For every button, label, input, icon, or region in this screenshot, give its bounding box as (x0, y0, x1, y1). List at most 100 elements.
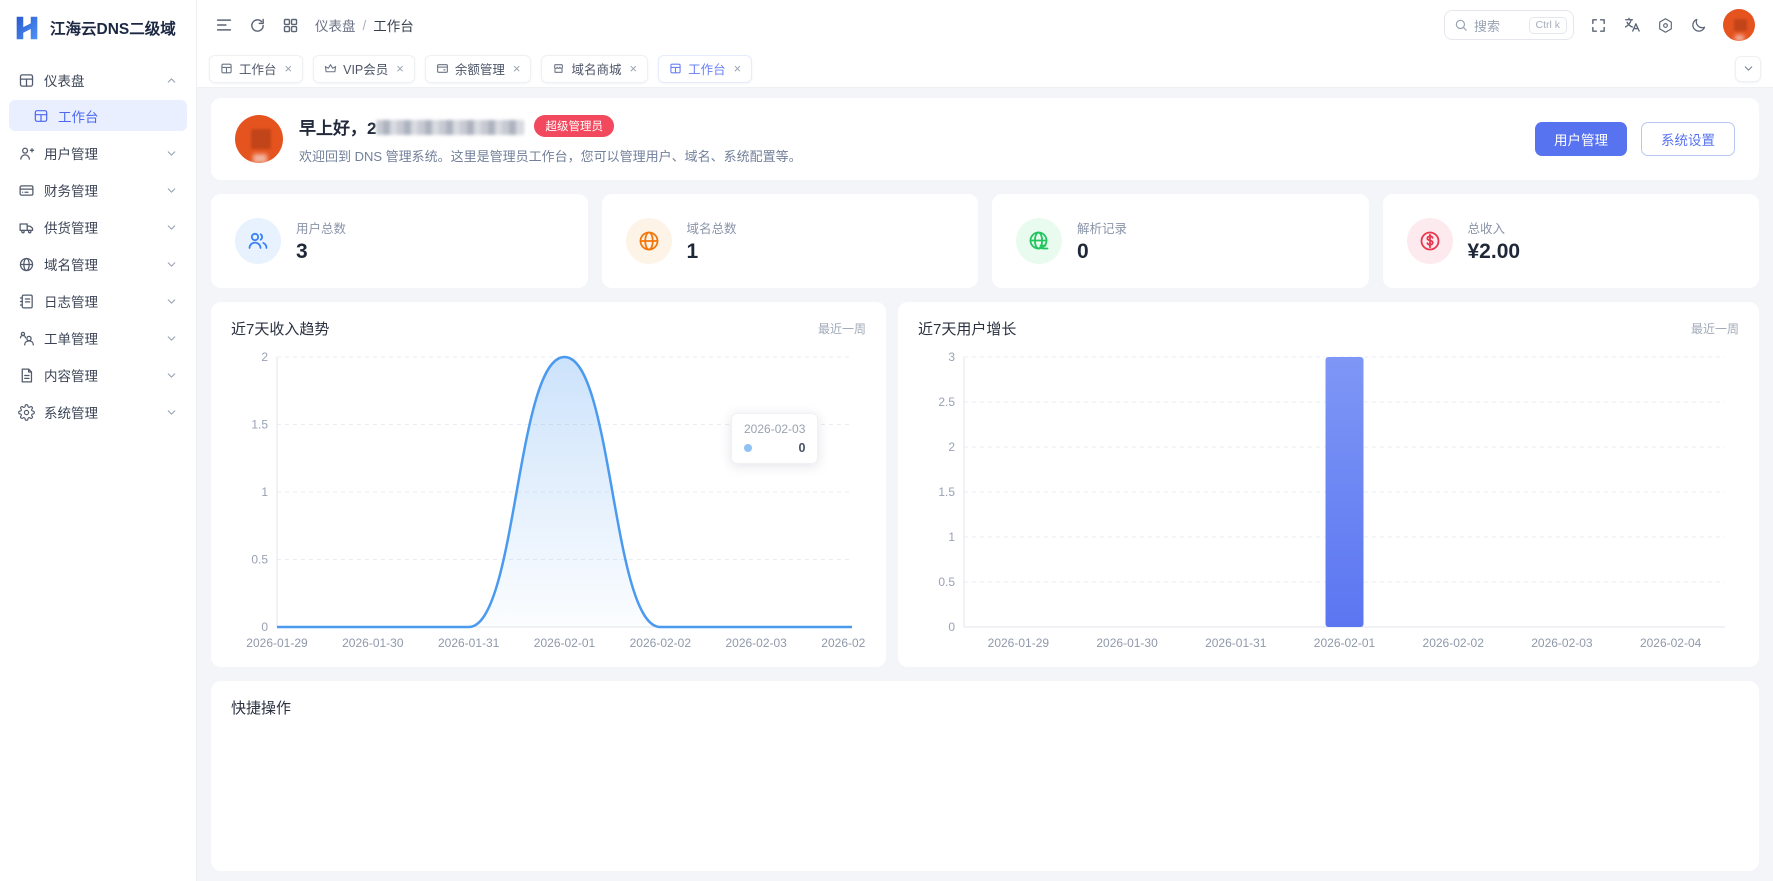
sidebar-item-content[interactable]: 内容管理 (9, 358, 187, 392)
chart-range-label: 最近一周 (817, 322, 866, 336)
close-icon[interactable]: × (629, 61, 637, 76)
svg-text:1: 1 (261, 485, 268, 499)
chevron-down-icon (1744, 66, 1752, 71)
main-content: 早上好，2 超级管理员 欢迎回到 DNS 管理系统。这里是管理员工作台，您可以管… (197, 88, 1773, 881)
revenue-chart-canvas[interactable]: 0 0.5 1 1.5 2 2026-01-29 2026-01-30 2026-01-31 2… (231, 345, 866, 655)
moon-icon[interactable] (1690, 17, 1707, 34)
stat-label: 解析记录 (1077, 222, 1128, 236)
user-avatar[interactable] (1723, 9, 1755, 41)
svg-text:2026-02-02: 2026-02-02 (1423, 636, 1485, 650)
tab-domain-shop[interactable]: 域名商城 × (541, 54, 649, 83)
tab-label: 工作台 (239, 63, 277, 77)
tabs-bar: 工作台 × VIP会员 × 余额管理 × 域名商城 × 工作台 × (197, 50, 1773, 88)
svg-text:0: 0 (261, 620, 268, 634)
svg-text:2026-01-31: 2026-01-31 (438, 636, 500, 650)
tab-label: 域名商城 (571, 63, 622, 77)
tab-workbench-active[interactable]: 工作台 × (658, 54, 753, 83)
stat-texts: 总收入 ¥2.00 (1468, 218, 1521, 264)
tab-vip[interactable]: VIP会员 × (313, 54, 415, 83)
breadcrumb-dashboard[interactable]: 仪表盘 (315, 15, 356, 35)
translate-icon[interactable] (1623, 16, 1641, 34)
sidebar-item-system[interactable]: 系统管理 (9, 395, 187, 429)
redacted-username (376, 119, 525, 135)
growth-chart-canvas[interactable]: 0 0.5 1 1.5 2 2.5 3 2026-01-29 2026-01-30 2026-01… (918, 345, 1739, 655)
user-add-icon (18, 145, 35, 162)
chevron-down-icon (165, 406, 178, 419)
system-settings-button[interactable]: 系统设置 (1641, 122, 1735, 156)
user-growth-card: 近7天用户增长 最近一周 0 0.5 1 1.5 2 2.5 3 2026-01-29 2026… (898, 302, 1759, 667)
svg-text:0: 0 (948, 620, 955, 634)
app-logo-row[interactable]: 江海云DNS二级域 (0, 0, 196, 56)
fullscreen-icon[interactable] (1590, 17, 1607, 34)
tabs-dropdown-button[interactable] (1735, 55, 1761, 82)
svg-text:2026-02-03: 2026-02-03 (1531, 636, 1593, 650)
apps-grid-icon[interactable] (282, 17, 299, 34)
sidebar-item-supply[interactable]: 供货管理 (9, 210, 187, 244)
tooltip-date: 2026-02-03 (744, 422, 806, 436)
money-circle-icon (1406, 218, 1453, 264)
sidebar-item-tickets[interactable]: 工单管理 (9, 321, 187, 355)
document-icon (18, 367, 35, 384)
workbench-icon (33, 108, 49, 124)
sidebar-item-users[interactable]: 用户管理 (9, 136, 187, 170)
stat-label: 总收入 (1467, 222, 1506, 236)
sidebar-item-domains[interactable]: 域名管理 (9, 247, 187, 281)
sidebar-menu: 仪表盘 工作台 用户管理 财务管理 供货管理 域名管理 日志管理 工单管理 内容… (0, 56, 196, 436)
role-badge: 超级管理员 (534, 115, 614, 137)
settings-icon[interactable] (1657, 17, 1674, 34)
svg-text:1.5: 1.5 (251, 418, 268, 432)
stat-label: 域名总数 (686, 222, 737, 236)
close-icon[interactable]: × (285, 61, 293, 76)
sidebar-item-label: 用户管理 (44, 147, 98, 162)
sidebar-item-logs[interactable]: 日志管理 (9, 284, 187, 318)
app-logo-icon (12, 13, 42, 43)
chevron-down-icon (165, 184, 178, 197)
tab-balance[interactable]: 余额管理 × (424, 54, 532, 83)
dashboard-icon (18, 72, 35, 89)
stat-value: ¥2.00 (1467, 240, 1521, 263)
greeting-text: 早上好，2 (299, 114, 525, 139)
stat-value: 1 (686, 240, 699, 263)
search-input[interactable]: 搜索 Ctrl k (1444, 10, 1574, 40)
sidebar-item-label: 内容管理 (44, 369, 98, 384)
close-icon[interactable]: × (396, 61, 404, 76)
sidebar-item-finance[interactable]: 财务管理 (9, 173, 187, 207)
tab-label: 余额管理 (454, 63, 505, 77)
stat-label: 用户总数 (296, 222, 347, 236)
sidebar: 江海云DNS二级域 仪表盘 工作台 用户管理 财务管理 供货管理 域名管理 日志… (0, 0, 197, 881)
stat-card-domains: 域名总数 1 (601, 194, 978, 288)
revenue-trend-card: 近7天收入趋势 最近一周 0 0.5 1 1.5 2 2026-01-29 2026-01-… (211, 302, 886, 667)
svg-text:0.5: 0.5 (251, 553, 268, 567)
svg-text:2026-01-31: 2026-01-31 (1205, 636, 1267, 650)
sidebar-item-dashboard[interactable]: 仪表盘 (9, 63, 187, 97)
stat-texts: 域名总数 1 (687, 218, 737, 264)
tab-workbench[interactable]: 工作台 × (209, 54, 304, 83)
breadcrumb-workbench[interactable]: 工作台 (373, 15, 414, 35)
user-management-button[interactable]: 用户管理 (1535, 122, 1627, 156)
sidebar-item-label: 域名管理 (44, 258, 98, 273)
refresh-icon[interactable] (249, 17, 266, 34)
welcome-actions: 用户管理 系统设置 (1535, 122, 1735, 156)
tab-label: VIP会员 (343, 63, 389, 77)
finance-card-icon (18, 182, 35, 199)
welcome-texts: 早上好，2 超级管理员 欢迎回到 DNS 管理系统。这里是管理员工作台，您可以管… (299, 114, 802, 165)
truck-icon (18, 219, 35, 236)
search-shortcut-badge: Ctrl k (1528, 16, 1567, 34)
svg-text:2: 2 (261, 350, 268, 364)
sidebar-item-label: 工作台 (58, 109, 99, 125)
sidebar-item-label: 日志管理 (44, 295, 98, 310)
welcome-avatar (235, 115, 283, 163)
stat-value: 3 (296, 240, 308, 263)
welcome-subtitle: 欢迎回到 DNS 管理系统。这里是管理员工作台，您可以管理用户、域名、系统配置等… (299, 148, 802, 164)
close-icon[interactable]: × (513, 61, 521, 76)
close-icon[interactable]: × (734, 61, 742, 76)
dashboard-icon (669, 62, 682, 75)
sidebar-item-workbench[interactable]: 工作台 (9, 100, 187, 131)
users-icon (235, 218, 281, 264)
chevron-up-icon (165, 74, 178, 87)
menu-fold-icon[interactable] (215, 16, 233, 34)
chevron-down-icon (165, 147, 178, 160)
globe-icon (18, 256, 35, 273)
sidebar-submenu-dashboard: 工作台 (9, 100, 187, 131)
breadcrumb-separator: / (362, 17, 367, 33)
